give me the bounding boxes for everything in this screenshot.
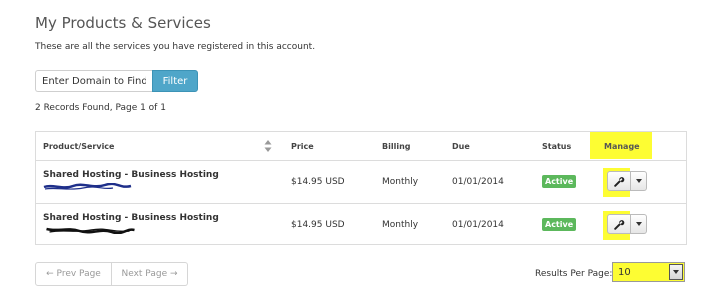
- results-per-page-select[interactable]: 10: [612, 262, 685, 282]
- header-billing[interactable]: Billing: [382, 142, 411, 151]
- services-table: Product/Service Price Billing Due Status…: [35, 131, 687, 245]
- status-badge: Active: [542, 175, 577, 188]
- wrench-icon: [613, 176, 624, 187]
- header-manage: Manage: [604, 142, 640, 151]
- table-row[interactable]: Shared Hosting - Business Hosting $14.95…: [36, 203, 686, 245]
- billing-value: Monthly: [382, 177, 419, 187]
- billing-value: Monthly: [382, 220, 419, 230]
- sort-icon[interactable]: [264, 139, 272, 153]
- wrench-icon: [613, 219, 624, 230]
- results-per-page-value: 10: [618, 266, 631, 278]
- caret-down-icon: [635, 222, 642, 226]
- manage-dropdown-toggle[interactable]: [631, 214, 647, 234]
- page-subtitle: These are all the services you have regi…: [35, 42, 316, 52]
- results-per-page-label: Results Per Page:: [535, 269, 613, 279]
- manage-dropdown-toggle[interactable]: [631, 171, 647, 191]
- manage-button[interactable]: [607, 214, 631, 234]
- status-badge: Active: [542, 218, 577, 231]
- domain-search-input[interactable]: [35, 70, 152, 92]
- manage-button[interactable]: [607, 171, 631, 191]
- table-header: Product/Service Price Billing Due Status…: [36, 132, 686, 161]
- filter-button[interactable]: Filter: [152, 70, 198, 92]
- next-page-button[interactable]: Next Page →: [112, 262, 188, 286]
- chevron-down-icon: [673, 270, 679, 274]
- domain-filter: Filter: [35, 70, 198, 92]
- page-title: My Products & Services: [35, 14, 211, 32]
- redacted-domain: [46, 227, 135, 234]
- redacted-domain: [43, 183, 132, 190]
- manage-button-group: [607, 214, 647, 234]
- due-value: 01/01/2014: [452, 177, 504, 187]
- header-product[interactable]: Product/Service: [43, 142, 114, 151]
- header-price[interactable]: Price: [291, 142, 314, 151]
- header-status[interactable]: Status: [542, 142, 571, 151]
- select-arrow[interactable]: [669, 264, 683, 280]
- price-value: $14.95 USD: [291, 220, 345, 230]
- pagination: ← Prev Page Next Page →: [35, 262, 188, 286]
- price-value: $14.95 USD: [291, 177, 345, 187]
- header-due[interactable]: Due: [452, 142, 470, 151]
- prev-page-button[interactable]: ← Prev Page: [35, 262, 112, 286]
- table-row[interactable]: Shared Hosting - Business Hosting $14.95…: [36, 160, 686, 204]
- caret-down-icon: [635, 179, 642, 183]
- product-name[interactable]: Shared Hosting - Business Hosting: [43, 170, 219, 180]
- product-name[interactable]: Shared Hosting - Business Hosting: [43, 213, 219, 223]
- manage-button-group: [607, 171, 647, 191]
- due-value: 01/01/2014: [452, 220, 504, 230]
- records-info: 2 Records Found, Page 1 of 1: [35, 103, 166, 113]
